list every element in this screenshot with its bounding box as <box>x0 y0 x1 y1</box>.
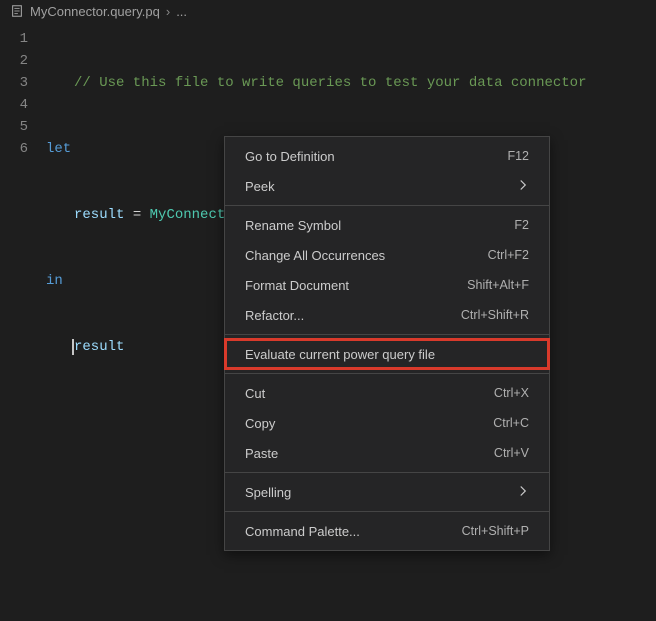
menu-peek[interactable]: Peek <box>225 171 549 201</box>
menu-format-document[interactable]: Format DocumentShift+Alt+F <box>225 270 549 300</box>
line-number: 3 <box>0 72 46 94</box>
menu-go-to-definition[interactable]: Go to DefinitionF12 <box>225 141 549 171</box>
line-number: 1 <box>0 28 46 50</box>
file-icon <box>10 4 24 18</box>
menu-cut[interactable]: CutCtrl+X <box>225 378 549 408</box>
menu-refactor[interactable]: Refactor...Ctrl+Shift+R <box>225 300 549 330</box>
line-number: 5 <box>0 116 46 138</box>
line-number: 4 <box>0 94 46 116</box>
line-number: 6 <box>0 138 46 160</box>
menu-rename-symbol[interactable]: Rename SymbolF2 <box>225 210 549 240</box>
line-number: 2 <box>0 50 46 72</box>
context-menu: Go to DefinitionF12 Peek Rename SymbolF2… <box>224 136 550 551</box>
breadcrumb-tail[interactable]: ... <box>176 4 187 19</box>
menu-separator <box>225 205 549 206</box>
menu-command-palette[interactable]: Command Palette...Ctrl+Shift+P <box>225 516 549 546</box>
breadcrumb-separator: › <box>166 4 170 19</box>
code-line[interactable]: // Use this file to write queries to tes… <box>46 72 656 94</box>
breadcrumb: MyConnector.query.pq › ... <box>0 0 656 22</box>
menu-change-all-occurrences[interactable]: Change All OccurrencesCtrl+F2 <box>225 240 549 270</box>
menu-separator <box>225 472 549 473</box>
menu-separator <box>225 511 549 512</box>
menu-evaluate-power-query[interactable]: Evaluate current power query file <box>225 339 549 369</box>
menu-separator <box>225 373 549 374</box>
breadcrumb-file[interactable]: MyConnector.query.pq <box>30 4 160 19</box>
menu-copy[interactable]: CopyCtrl+C <box>225 408 549 438</box>
chevron-right-icon <box>517 485 529 500</box>
chevron-right-icon <box>517 179 529 194</box>
menu-paste[interactable]: PasteCtrl+V <box>225 438 549 468</box>
line-number-gutter: 1 2 3 4 5 6 <box>0 28 46 468</box>
menu-separator <box>225 334 549 335</box>
menu-spelling[interactable]: Spelling <box>225 477 549 507</box>
